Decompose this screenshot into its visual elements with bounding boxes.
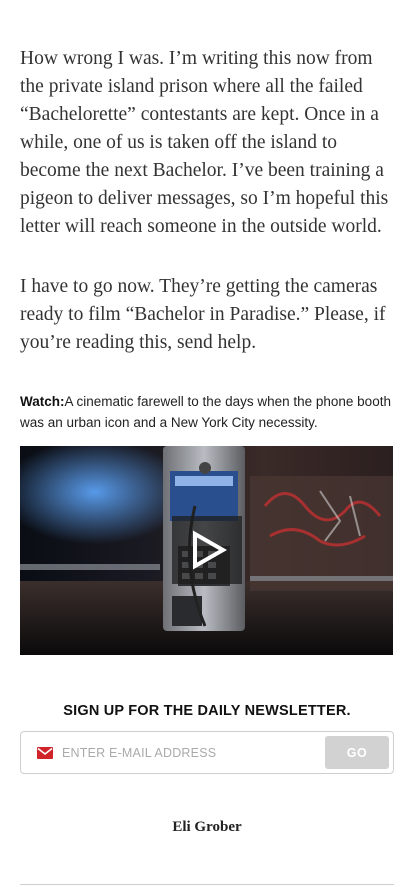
play-button[interactable] [172,516,242,584]
video-player[interactable] [20,446,393,655]
video-caption-text: A cinematic farewell to the days when th… [20,394,391,430]
newsletter-title: SIGN UP FOR THE DAILY NEWSLETTER. [63,703,351,719]
newsletter-signup: SIGN UP FOR THE DAILY NEWSLETTER. GO [20,703,394,774]
article-paragraph: I have to go now. They’re getting the ca… [20,276,386,353]
newsletter-form: GO [20,731,394,774]
email-input[interactable] [53,745,325,760]
envelope-icon [37,746,53,759]
watch-label: Watch: [20,394,65,409]
article-paragraph: How wrong I was. I’m writing this now fr… [20,48,389,237]
divider [20,884,394,885]
video-caption: Watch:A cinematic farewell to the days w… [20,391,394,433]
go-button[interactable]: GO [325,736,389,769]
play-icon [193,530,227,570]
article-body: How wrong I was. I’m writing this now fr… [0,0,414,836]
author-name[interactable]: Eli Grober [20,819,394,836]
